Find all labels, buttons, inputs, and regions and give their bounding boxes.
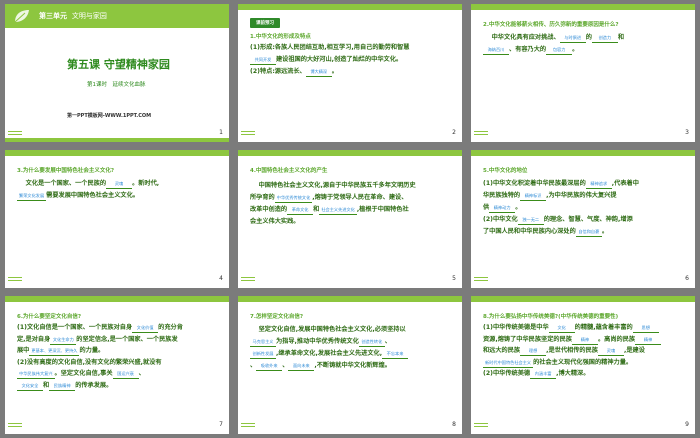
lesson-subtitle: 第1课时 延续文化血脉 — [87, 82, 146, 88]
question-heading: 1.中华文化的形成及特点 — [250, 34, 311, 40]
slide-thumbnail-7[interactable]: 6.为什么要坚定文化自信? (1)文化自信是一个国家、一个民族对自身 文化价值 的充… — [5, 296, 229, 434]
slide-footer-bar — [5, 138, 229, 142]
answer-text: (1)形成:各族人民团结互助,相互学习,用自己的勤劳和智慧 共同开发 建设祖国的大… — [250, 44, 410, 77]
slide-number: 7 — [219, 421, 223, 428]
slide-thumbnail-4[interactable]: 3.为什么要发展中国特色社会主义文化? 文化是一个国家、一个民族的 灵魂 。新时代,… — [5, 150, 229, 288]
slide-number: 6 — [685, 275, 689, 282]
slide-menu-icon — [241, 131, 255, 137]
question-heading: 6.为什么要坚定文化自信? — [17, 314, 82, 320]
slide-header-bar — [5, 296, 229, 302]
answer-text: (1)中华传统美德是中华 文化 的精髓,蕴含着丰富的 思想 资源,熔铸了中华民族坚定的… — [483, 322, 685, 380]
answer-text: 中国特色社会主义文化,源自于中华民族五千多年文明历史 所孕育的 中华优秀传统文化,… — [250, 182, 416, 225]
slide-number: 3 — [685, 129, 689, 136]
answer-text: 坚定文化自信,发展中国特色社会主义文化,必须坚持以 马克思主义 为指导,推动中华优… — [250, 324, 452, 372]
site-watermark: 第一PPT模板网-WWW.1PPT.COM — [67, 113, 152, 119]
slide-menu-icon — [241, 277, 255, 283]
answer-text: (1)中华文化积淀着中华民族最深层的 精神追求 ,代表着中 华民族独特的 精神标识 ,为… — [483, 180, 639, 237]
slide-number: 4 — [219, 275, 223, 282]
slide-number: 5 — [452, 275, 456, 282]
question-heading: 7.怎样坚定文化自信? — [250, 314, 304, 320]
slide-thumbnail-2[interactable]: 课前预习 1.中华文化的形成及特点 (1)形成:各族人民团结互助,相互学习,用自… — [238, 4, 462, 142]
slide-thumbnail-1[interactable]: 第三单元 文明与家园 第五课 守望精神家园 第1课时 延续文化血脉 第一PPT模… — [5, 4, 229, 142]
slide-thumbnail-3[interactable]: 2.中华文化能够薪火相传、历久弥新的重要原因是什么? 中华文化具有应对挑战、 与时… — [471, 4, 695, 142]
question-heading: 8.为什么要弘扬中华传统美德?(中华传统美德的重要性) — [483, 314, 619, 320]
slide-header-bar — [238, 296, 462, 302]
slide-menu-icon — [8, 277, 22, 283]
slide-menu-icon — [474, 131, 488, 137]
lesson-title: 第五课 守望精神家园 — [67, 58, 170, 71]
leaf-icon — [14, 10, 29, 23]
slide-number: 8 — [452, 421, 456, 428]
slide-thumbnail-5[interactable]: 4.中国特色社会主义文化的产生 中国特色社会主义文化,源自于中华民族五千多年文明… — [238, 150, 462, 288]
answer-text: 中华文化具有应对挑战、 与时俱进的创造力和 海纳百川 、有容乃大的 包容力。 — [483, 32, 685, 56]
answer-text: 文化是一个国家、一个民族的 灵魂 。新时代, 繁荣文化发展 需要发展中国特色社会主义文… — [17, 180, 160, 201]
question-heading: 4.中国特色社会主义文化的产生 — [250, 168, 328, 174]
slide-thumbnail-8[interactable]: 7.怎样坚定文化自信? 坚定文化自信,发展中国特色社会主义文化,必须坚持以 马克… — [238, 296, 462, 434]
slide-thumbnail-9[interactable]: 8.为什么要弘扬中华传统美德?(中华传统美德的重要性) (1)中华传统美德是中华… — [471, 296, 695, 434]
slide-thumbnail-6[interactable]: 5.中华文化的地位 (1)中华文化积淀着中华民族最深层的 精神追求 ,代表着中 华民… — [471, 150, 695, 288]
question-heading: 5.中华文化的地位 — [483, 168, 528, 174]
slide-header-bar — [471, 4, 695, 10]
unit-title: 第三单元 文明与家园 — [39, 12, 107, 20]
answer-text: (1)文化自信是一个国家、一个民族对自身 文化价值 的充分肯 定,是对自身 文化生命力… — [17, 324, 183, 391]
slide-menu-icon — [8, 423, 22, 429]
slide-menu-icon — [241, 423, 255, 429]
slide-number: 2 — [452, 129, 456, 136]
slide-number: 1 — [219, 129, 223, 136]
slide-menu-icon — [474, 277, 488, 283]
slide-number: 9 — [685, 421, 689, 428]
slide-header-bar — [238, 4, 462, 10]
slide-header-bar — [5, 150, 229, 156]
section-badge: 课前预习 — [250, 18, 280, 28]
slide-menu-icon — [8, 131, 22, 137]
slide-menu-icon — [474, 423, 488, 429]
slide-header-bar — [238, 150, 462, 156]
question-heading: 3.为什么要发展中国特色社会主义文化? — [17, 168, 115, 174]
slide-header-bar — [471, 296, 695, 302]
slide-header-bar — [471, 150, 695, 156]
question-heading: 2.中华文化能够薪火相传、历久弥新的重要原因是什么? — [483, 22, 619, 28]
